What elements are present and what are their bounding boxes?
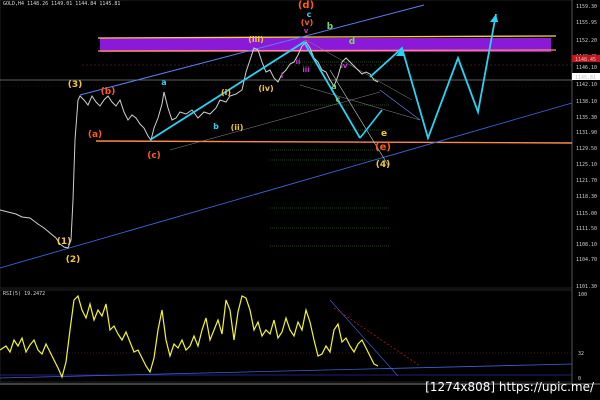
price-tick-label: 1129.50	[576, 146, 597, 152]
wave-label: (c)	[147, 151, 161, 161]
wave-label: c	[336, 95, 341, 104]
wave-label: (3)	[68, 80, 83, 90]
wave-label: a	[161, 78, 166, 87]
inner-trend-line	[299, 84, 421, 121]
wave-label: ii	[296, 58, 301, 66]
wave-label: b	[327, 22, 334, 32]
price-tick-label: 1101.30	[576, 284, 597, 290]
rsi-series	[0, 294, 379, 379]
price-chart-canvas[interactable]: 1159.30 1155.95 1152.20 1148.45 1146.10 1142.…	[0, 0, 600, 400]
wave-label: d	[349, 37, 355, 47]
rsi-trend-line	[0, 363, 573, 379]
wave-label: (ii)	[231, 123, 244, 132]
price-tick-label: 1118.30	[576, 194, 597, 200]
forecast-path	[369, 13, 497, 141]
rsi-trend-line	[329, 299, 399, 377]
wave-label: (1)	[57, 237, 72, 247]
wave-label: (iv)	[258, 84, 273, 93]
price-tick-label: 1121.70	[576, 178, 597, 184]
wave-label: (i)	[221, 88, 231, 97]
chart-window[interactable]: GOLD,H4 1148.26 1149.01 1144.84 1145.81 …	[0, 0, 600, 400]
price-tick-label: 1131.90	[576, 130, 597, 136]
wave-label: iii	[302, 66, 309, 74]
watermark-text: [1274x808] https://upic.me/	[425, 380, 594, 394]
wave-label: iv	[341, 62, 348, 70]
wave-label: (iii)	[248, 35, 264, 44]
price-tick-label: 1104.70	[576, 257, 597, 263]
wave-a-support-line	[95, 140, 573, 144]
price-tick-label: 1138.10	[576, 99, 597, 105]
price-tick-label: 1125.10	[576, 162, 597, 168]
price-tick-label: 1159.30	[576, 4, 597, 10]
wave-label: i	[281, 72, 283, 80]
rsi-tick-label: 32	[578, 351, 584, 357]
highlight-price-label: 1148.45	[575, 57, 596, 63]
rsi-trend-line	[333, 307, 421, 367]
wave-label: e	[381, 129, 387, 139]
price-tick-label: 1111.50	[576, 226, 597, 232]
wave-label: (2)	[66, 255, 81, 265]
wave-label: b	[213, 122, 219, 131]
price-tick-label: 1146.10	[576, 65, 597, 71]
price-tick-label: 1152.20	[576, 38, 597, 44]
wave-label: (a)	[88, 130, 102, 140]
wave-label: (v)	[301, 18, 314, 27]
price-tick-label: 1142.10	[576, 82, 597, 88]
price-tick-label: 1108.10	[576, 242, 597, 248]
wave-label: a	[331, 82, 336, 91]
wave-label: v	[304, 27, 309, 35]
price-tick-label: 1115.00	[576, 211, 597, 217]
rsi-tick-label: 100	[578, 292, 587, 298]
price-tick-label: 1155.95	[576, 20, 597, 26]
current-price-label: 1145.81	[575, 75, 596, 81]
zone-top-line	[97, 35, 557, 39]
rsi-panel-frame	[0, 289, 573, 383]
forecast-arrowhead	[490, 14, 498, 22]
price-tick-label: 1135.30	[576, 115, 597, 121]
lower-channel-line	[0, 102, 573, 269]
wave-label: (b)	[101, 87, 116, 97]
wave-label: (e)	[375, 142, 391, 153]
wave-label: (4)	[376, 160, 391, 170]
